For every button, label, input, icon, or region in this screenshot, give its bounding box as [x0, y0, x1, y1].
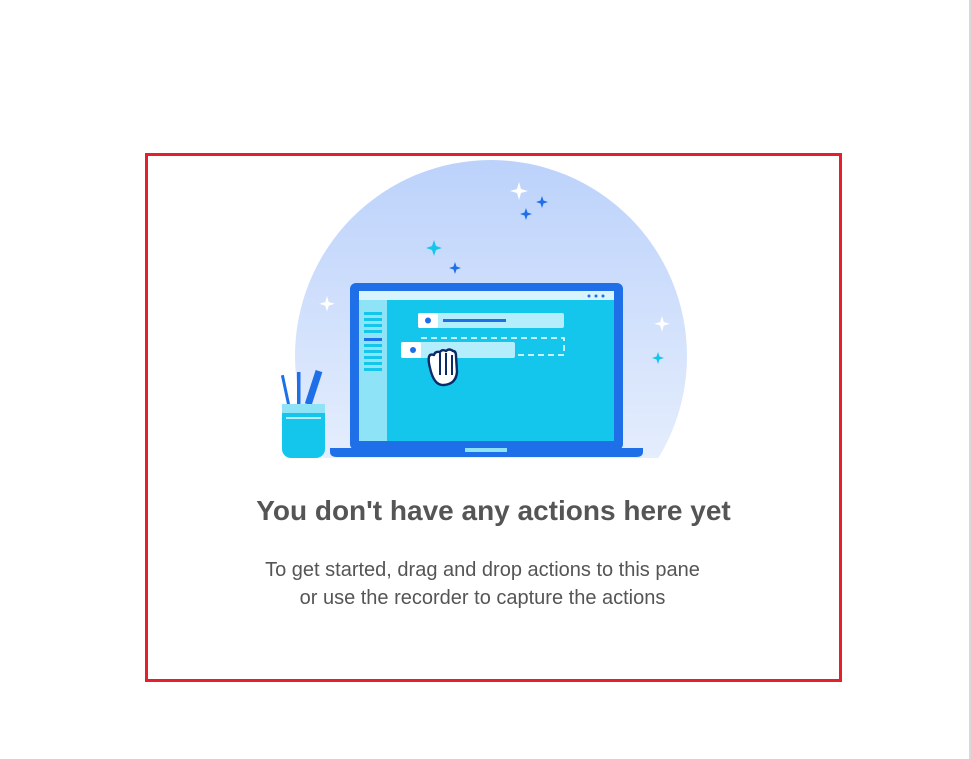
actions-pane[interactable]: You don't have any actions here yet To g…: [0, 0, 969, 759]
laptop-drag-drop-illustration: [280, 160, 687, 458]
laptop-icon: [330, 283, 643, 457]
empty-state-description-line1: To get started, drag and drop actions to…: [265, 559, 700, 581]
empty-state-description: To get started, drag and drop actions to…: [148, 556, 817, 612]
empty-state-title: You don't have any actions here yet: [256, 495, 731, 526]
empty-state-description-line2: or use the recorder to capture the actio…: [299, 587, 666, 609]
